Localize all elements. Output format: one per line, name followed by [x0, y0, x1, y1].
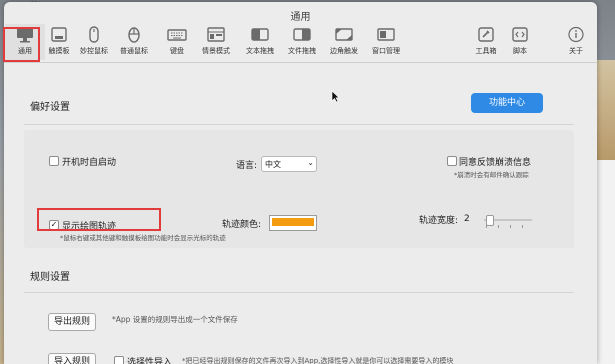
slider-tick: [522, 225, 523, 228]
launch-at-login-label: 开机时自启动: [62, 158, 117, 168]
trail-color-swatch: [272, 218, 314, 226]
tab-about[interactable]: 关于: [556, 24, 596, 60]
tab-trackpad[interactable]: 触摸板: [39, 24, 79, 60]
language-label: 语言:: [236, 161, 258, 171]
tab-magic-mouse[interactable]: 妙控鼠标: [74, 24, 114, 60]
settings-window: 通用 通用 触摸板 妙控鼠标 普通鼠标 键盘 情景模式 文本拖拽 文件拖拽 边角…: [4, 2, 597, 364]
tab-label: 文本拖拽: [246, 47, 274, 55]
tab-file-drag[interactable]: 文件拖拽: [282, 24, 322, 60]
tab-window-manage[interactable]: 窗口管理: [366, 24, 406, 60]
language-select[interactable]: 中文 ⌄: [261, 156, 317, 172]
divider: [24, 292, 574, 293]
rules-title: 规则设置: [30, 272, 70, 283]
background-window-edge: [595, 160, 615, 364]
tab-label: 关于: [569, 47, 583, 55]
slider-tick: [510, 225, 511, 228]
selective-import-label: 选择性导入: [127, 358, 173, 364]
tab-label: 键盘: [170, 47, 184, 55]
tab-label: 情景模式: [202, 47, 230, 55]
title-bar: 通用: [4, 2, 597, 23]
tab-label: 窗口管理: [372, 47, 400, 55]
info-icon: [568, 26, 584, 43]
export-note: *App 设置的规则导出成一个文件保存: [112, 315, 238, 324]
trail-color-label: 轨迹颜色:: [222, 220, 262, 230]
highlight-box: [3, 27, 40, 62]
preferences-title: 偏好设置: [30, 102, 70, 113]
function-center-button[interactable]: 功能中心: [471, 93, 543, 113]
text-drag-icon: [251, 28, 269, 41]
mouse-icon: [128, 27, 140, 43]
language-value: 中文: [265, 160, 281, 169]
highlight-box: [37, 208, 161, 231]
tab-text-drag[interactable]: 文本拖拽: [240, 24, 280, 60]
keyboard-icon: [167, 29, 187, 41]
tab-label: 文件拖拽: [288, 47, 316, 55]
crash-report-note: *崩溃时会有邮件确认跟踪: [454, 171, 529, 179]
window-manage-icon: [377, 28, 395, 41]
tab-label: 边角触发: [330, 47, 358, 55]
tab-normal-mouse[interactable]: 普通鼠标: [114, 24, 154, 60]
crash-report-checkbox[interactable]: [447, 156, 457, 166]
tab-keyboard[interactable]: 键盘: [157, 24, 197, 60]
magic-mouse-icon: [89, 26, 99, 43]
trackpad-icon: [51, 27, 67, 42]
selective-import-checkbox[interactable]: [114, 356, 124, 364]
chevron-down-icon: ⌄: [307, 158, 314, 167]
divider: [24, 124, 574, 125]
tab-label: 妙控鼠标: [80, 47, 108, 55]
tab-label: 触摸板: [48, 47, 70, 55]
script-icon: [512, 27, 528, 42]
tab-script[interactable]: 脚本: [500, 24, 540, 60]
mouse-cursor-icon: [331, 90, 340, 103]
tab-label: 普通鼠标: [120, 47, 148, 55]
trail-width-label: 轨迹宽度:: [419, 216, 459, 226]
corner-trigger-icon: [335, 28, 353, 41]
tab-corner-trigger[interactable]: 边角触发: [324, 24, 364, 60]
slider-tick: [486, 225, 487, 228]
toolbox-icon: [478, 27, 494, 42]
export-rules-button[interactable]: 导出规则: [48, 313, 96, 331]
file-drag-icon: [293, 28, 311, 41]
preferences-toolbar: 通用 触摸板 妙控鼠标 普通鼠标 键盘 情景模式 文本拖拽 文件拖拽 边角触发 …: [4, 22, 597, 63]
tab-label: 脚本: [513, 47, 527, 55]
trail-color-well[interactable]: [269, 215, 317, 231]
import-note: *把已经导出规则保存的文件再次导入到App,选择性导入就是你可以选择需要导入的模…: [182, 357, 454, 364]
slider-tick: [498, 225, 499, 228]
trail-width-value: 2: [464, 214, 470, 224]
show-trail-note: *鼠标右键或其他键和触摸板绘图功能时会显示光标的轨迹: [60, 234, 226, 242]
tab-scenario[interactable]: 情景模式: [196, 24, 236, 60]
crash-report-label: 同意反馈崩溃信息: [459, 158, 532, 168]
window-title: 通用: [290, 12, 311, 23]
desktop-wallpaper-strip: [595, 60, 615, 160]
launch-at-login-checkbox[interactable]: [49, 156, 59, 166]
import-rules-button[interactable]: 导入规则: [48, 353, 96, 364]
scenario-icon: [207, 27, 225, 42]
